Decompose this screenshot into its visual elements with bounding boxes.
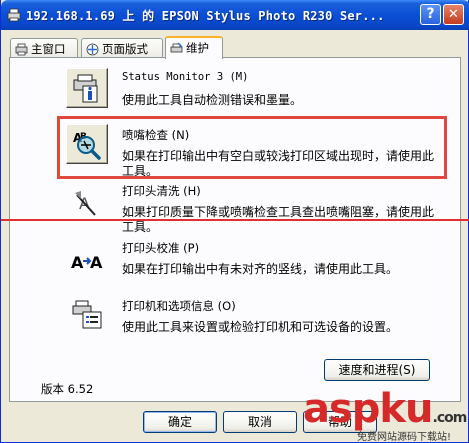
- tab-label: 主窗口: [31, 42, 66, 56]
- printer-info-button[interactable]: [66, 294, 108, 334]
- tool-title: 打印头清洗 (H): [122, 184, 201, 198]
- tab-main-window[interactable]: 主窗口: [10, 38, 78, 58]
- window-title: 192.168.1.69 上 的 EPSON Stylus Photo R230…: [26, 9, 385, 23]
- watermark-suffix: .com: [432, 410, 468, 426]
- tool-description: 使用此工具来设置或检验打印机和可选设备的设置。: [122, 320, 399, 334]
- help-title-button[interactable]: ?: [420, 4, 441, 25]
- ok-button[interactable]: 确定: [143, 411, 217, 433]
- tool-description: 使用此工具自动检测错误和墨量。: [122, 93, 303, 107]
- red-guide-line: [1, 219, 469, 221]
- printer-icon: [7, 8, 21, 22]
- site-watermark: aspku.com 免费网站源码下载站!: [299, 386, 469, 443]
- watermark-subtitle: 免费网站源码下载站!: [357, 432, 452, 443]
- close-button[interactable]: ✕: [443, 4, 464, 25]
- main-window-icon: [15, 43, 28, 56]
- head-cleaning-button[interactable]: A: [66, 183, 108, 223]
- tab-label: 维护: [186, 41, 209, 55]
- tool-title: 打印机和选项信息 (O): [122, 299, 236, 313]
- svg-text:A: A: [71, 253, 84, 272]
- status-monitor-button[interactable]: [66, 68, 108, 108]
- title-bar[interactable]: 192.168.1.69 上 的 EPSON Stylus Photo R230…: [1, 0, 469, 30]
- printer-properties-window: 192.168.1.69 上 的 EPSON Stylus Photo R230…: [0, 0, 469, 443]
- tool-title: Status Monitor 3 (M): [122, 71, 249, 83]
- cancel-button[interactable]: 取消: [223, 411, 297, 433]
- tool-description: 如果在打印输出中有未对齐的竖线，请使用此工具。: [122, 262, 399, 276]
- page-layout-icon: [86, 43, 99, 56]
- head-alignment-button[interactable]: A A: [66, 240, 108, 280]
- speed-progress-button[interactable]: 速度和进程(S): [324, 359, 430, 381]
- maintenance-icon: [170, 42, 183, 53]
- watermark-brand: aspku.com: [303, 386, 468, 432]
- tab-page-layout[interactable]: 页面版式: [81, 38, 163, 58]
- version-label: 版本 6.52: [41, 382, 94, 396]
- head-cleaning-icon: A: [75, 191, 96, 216]
- tool-title: 打印头校准 (P): [122, 241, 200, 255]
- svg-text:A: A: [90, 253, 103, 272]
- printer-info-icon: [72, 300, 102, 329]
- status-monitor-icon: [73, 74, 98, 103]
- head-alignment-icon: A A: [71, 253, 103, 272]
- highlight-box: [57, 116, 447, 179]
- tab-label: 页面版式: [102, 42, 148, 56]
- tab-maintenance[interactable]: 维护: [165, 36, 223, 59]
